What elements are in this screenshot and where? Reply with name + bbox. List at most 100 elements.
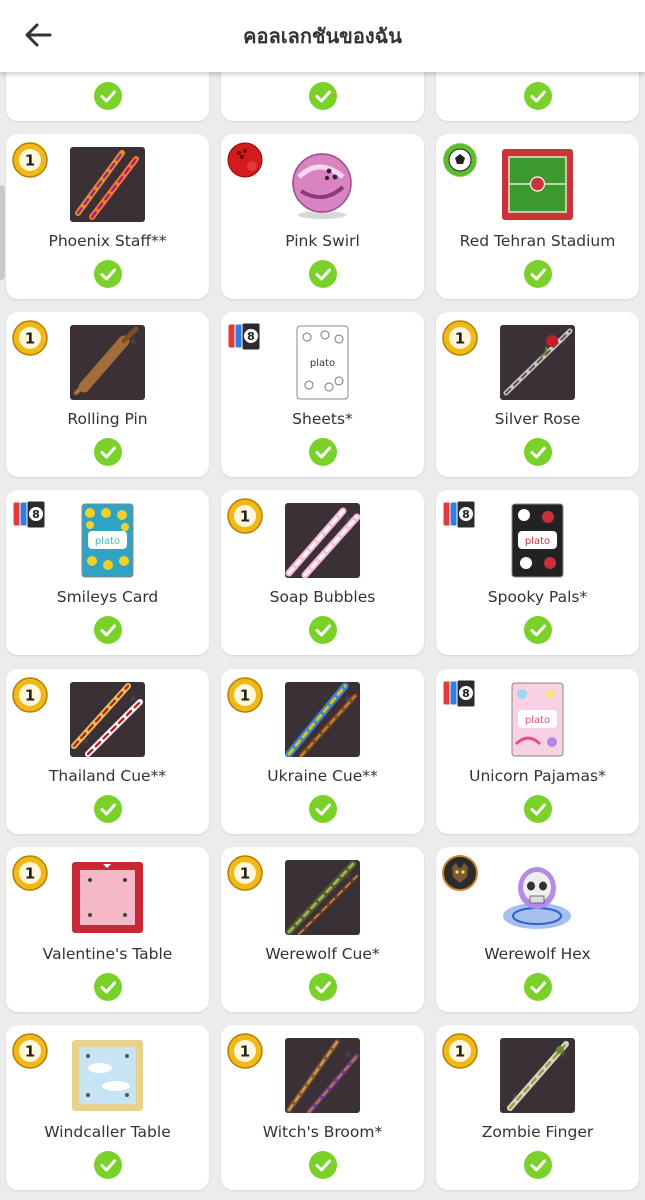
collection-item-card[interactable]: Red Tehran Stadium [436, 134, 639, 299]
collection-item-card[interactable]: 8 plato Unicorn Pajamas* [436, 669, 639, 834]
collection-item-card[interactable]: 8 plato Smileys Card [6, 490, 209, 655]
coin-value: 1 [25, 152, 35, 170]
windcaller-table-image [70, 1038, 145, 1113]
card-game-badge-icon: 8 [227, 322, 263, 358]
owned-check-icon [523, 795, 552, 823]
coin-value: 1 [25, 1043, 35, 1061]
item-name: Valentine's Table [42, 945, 173, 963]
collection-item-card[interactable]: 1 Thailand Cue** [6, 669, 209, 834]
owned-check-icon [523, 438, 552, 466]
collection-item-card[interactable]: 1 Witch's Broom* [221, 1025, 424, 1190]
coin-badge-icon: 1 [12, 677, 48, 713]
card-digit: 8 [462, 687, 470, 700]
card-game-badge-icon: 8 [442, 679, 478, 715]
witchs-broom-cue-image [285, 1038, 360, 1113]
coin-badge-icon: 1 [227, 677, 263, 713]
coin-badge-icon: 1 [12, 320, 48, 356]
item-name: Spooky Pals* [487, 588, 588, 606]
owned-check-icon [93, 82, 122, 110]
zombie-finger-cue-image [500, 1038, 575, 1113]
collection-item-card[interactable]: Werewolf Hex [436, 847, 639, 1012]
collection-item-card[interactable]: 1 Werewolf Cue* [221, 847, 424, 1012]
sheets-card-image: plato [285, 325, 360, 400]
card-game-badge-icon: 8 [442, 500, 478, 536]
owned-check-icon [93, 616, 122, 644]
card-digit: 8 [247, 330, 255, 343]
collection-item-card[interactable]: 1 Silver Rose [436, 312, 639, 477]
rolling-pin-image [70, 325, 145, 400]
item-name: Pink Swirl [285, 232, 360, 250]
collection-item-card[interactable]: 8 plato Spooky Pals* [436, 490, 639, 655]
coin-value: 1 [25, 865, 35, 883]
red-tehran-stadium-table-image [500, 147, 575, 222]
top-bar: คอลเลกชันของฉัน [0, 0, 645, 72]
coin-value: 1 [240, 865, 250, 883]
item-name: Ukraine Cue** [267, 767, 378, 785]
coin-badge-icon: 1 [12, 855, 48, 891]
coin-value: 1 [455, 1043, 465, 1061]
owned-check-icon [93, 973, 122, 1001]
scroll-indicator[interactable] [0, 185, 5, 280]
item-name: Witch's Broom* [262, 1123, 383, 1141]
collection-item-card[interactable]: 1 Phoenix Staff** [6, 134, 209, 299]
item-name: Rolling Pin [67, 410, 148, 428]
bowling-ball-badge-icon [227, 142, 263, 178]
collection-item-card[interactable]: 1 Zombie Finger [436, 1025, 639, 1190]
plato-logo-text: plato [525, 715, 550, 726]
plato-logo-text: plato [310, 358, 335, 369]
collection-item-card[interactable]: 1 Windcaller Table [6, 1025, 209, 1190]
owned-check-icon [308, 1151, 337, 1179]
owned-check-icon [308, 973, 337, 1001]
collection-item-card[interactable]: 1 Rolling Pin [6, 312, 209, 477]
smileys-card-image: plato [70, 503, 145, 578]
coin-value: 1 [240, 508, 250, 526]
collection-item-card[interactable]: 1 Ukraine Cue** [221, 669, 424, 834]
item-name: Thailand Cue** [48, 767, 167, 785]
owned-check-icon [93, 260, 122, 288]
thailand-cue-image [70, 682, 145, 757]
valentines-table-image [70, 860, 145, 935]
item-name: Werewolf Cue* [265, 945, 380, 963]
werewolf-cue-image [285, 860, 360, 935]
card-digit: 8 [32, 508, 40, 521]
page-title: คอลเลกชันของฉัน [243, 24, 402, 48]
silver-rose-cue-image [500, 325, 575, 400]
phoenix-staff-image [70, 147, 145, 222]
coin-value: 1 [240, 1043, 250, 1061]
item-name: Werewolf Hex [484, 945, 591, 963]
coin-badge-icon: 1 [442, 320, 478, 356]
owned-check-icon [523, 616, 552, 644]
owned-check-icon [308, 260, 337, 288]
collection-item-card[interactable]: Pink Swirl [221, 134, 424, 299]
plato-logo-text: plato [525, 536, 550, 547]
coin-badge-icon: 1 [442, 1033, 478, 1069]
item-name: Silver Rose [494, 410, 581, 428]
collection-item-card[interactable]: 1 Valentine's Table [6, 847, 209, 1012]
coin-badge-icon: 1 [12, 1033, 48, 1069]
owned-check-icon [93, 1151, 122, 1179]
owned-check-icon [308, 82, 337, 110]
owned-check-icon [308, 795, 337, 823]
unicorn-pajamas-card-image: plato [500, 682, 575, 757]
item-name: Zombie Finger [481, 1123, 594, 1141]
owned-check-icon [523, 260, 552, 288]
pink-swirl-ball-image [285, 147, 360, 222]
owned-check-icon [308, 616, 337, 644]
card-digit: 8 [462, 508, 470, 521]
item-name: Red Tehran Stadium [459, 232, 616, 250]
item-name: Smileys Card [56, 588, 159, 606]
collection-item-card[interactable]: 8 plato Sheets* [221, 312, 424, 477]
werewolf-hex-skull-image [500, 860, 575, 935]
item-name: Soap Bubbles [269, 588, 376, 606]
werewolf-badge-icon [442, 855, 478, 891]
soap-bubbles-cue-image [285, 503, 360, 578]
coin-badge-icon: 1 [227, 498, 263, 534]
coin-value: 1 [25, 687, 35, 705]
collection-item-card[interactable]: 1 Soap Bubbles [221, 490, 424, 655]
coin-value: 1 [240, 687, 250, 705]
spooky-pals-card-image: plato [500, 503, 575, 578]
item-name: Phoenix Staff** [48, 232, 167, 250]
owned-check-icon [308, 438, 337, 466]
owned-check-icon [93, 438, 122, 466]
owned-check-icon [93, 795, 122, 823]
